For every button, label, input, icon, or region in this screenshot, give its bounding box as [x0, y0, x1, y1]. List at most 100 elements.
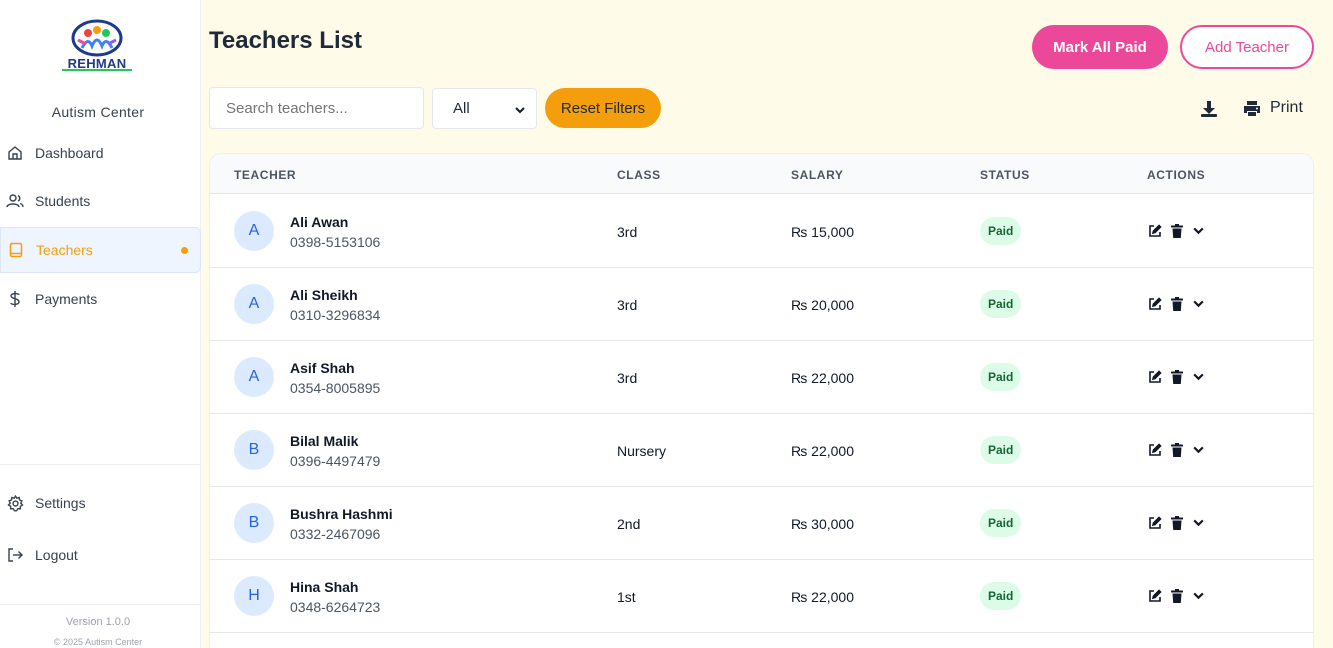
column-header-actions: ACTIONS — [1147, 168, 1206, 182]
teacher-class: 1st — [617, 589, 636, 605]
print-button[interactable]: Print — [1243, 97, 1303, 119]
sidebar-item-logout[interactable]: Logout — [0, 532, 201, 578]
row-actions — [1147, 296, 1206, 311]
chevron-down-icon[interactable] — [1191, 588, 1206, 603]
table-row: H Hina Shah 0348-6264723 1st ₨ 22,000 Paid — [210, 560, 1313, 633]
version-text: Version 1.0.0 — [65, 616, 131, 628]
teacher-salary: ₨ 15,000 — [791, 224, 855, 240]
teacher-name: Ali Sheikh — [290, 287, 358, 303]
printer-icon — [1244, 100, 1260, 116]
status-badge: Paid — [980, 436, 1022, 464]
teacher-name: Bushra Hashmi — [290, 506, 393, 522]
status-badge: Paid — [980, 290, 1022, 318]
sidebar: REHMAN Autism Center Dashboard Students … — [0, 0, 201, 648]
chevron-down-icon[interactable] — [1191, 515, 1206, 530]
table-row: B Bilal Malik 0396-4497479 Nursery ₨ 22,000 P… — [210, 414, 1313, 487]
edit-icon[interactable] — [1147, 442, 1162, 457]
table-row: B Bushra Hashmi 0332-2467096 2nd ₨ 30,000 Pai… — [210, 487, 1313, 560]
sidebar-item-settings[interactable]: Settings — [0, 480, 201, 526]
teacher-class: Nursery — [617, 443, 667, 459]
row-actions — [1147, 515, 1206, 530]
avatar: B — [234, 503, 274, 543]
chevron-down-icon[interactable] — [1191, 369, 1206, 384]
edit-icon[interactable] — [1147, 588, 1162, 603]
select-value: All — [453, 100, 470, 117]
chevron-down-icon[interactable] — [1191, 296, 1206, 311]
trash-icon[interactable] — [1169, 296, 1184, 311]
sidebar-item-label: Payments — [35, 291, 98, 307]
table-row: A Ali Sheikh 0310-3296834 3rd ₨ 20,000 Paid — [210, 268, 1313, 341]
chevron-down-icon — [514, 103, 526, 120]
teacher-phone: 0310-3296834 — [290, 307, 381, 323]
sidebar-item-label: Settings — [35, 495, 86, 511]
sidebar-divider — [0, 464, 201, 465]
sidebar-item-label: Dashboard — [35, 145, 104, 161]
teacher-name: Ali Awan — [290, 214, 349, 230]
download-icon[interactable] — [1199, 99, 1219, 119]
row-actions — [1147, 588, 1206, 603]
teacher-salary: ₨ 20,000 — [791, 297, 855, 313]
column-header-teacher: TEACHER — [234, 168, 297, 182]
chevron-down-icon[interactable] — [1191, 223, 1206, 238]
search-input[interactable] — [209, 87, 424, 129]
sidebar-item-dashboard[interactable]: Dashboard — [0, 130, 201, 176]
avatar: H — [234, 576, 274, 616]
column-header-status: STATUS — [980, 168, 1030, 182]
sidebar-item-payments[interactable]: Payments — [0, 276, 201, 322]
trash-icon[interactable] — [1169, 369, 1184, 384]
sidebar-item-teachers[interactable]: Teachers — [0, 227, 201, 273]
row-actions — [1147, 223, 1206, 238]
status-badge: Paid — [980, 363, 1022, 391]
users-icon — [6, 192, 24, 210]
edit-icon[interactable] — [1147, 369, 1162, 384]
trash-icon[interactable] — [1169, 515, 1184, 530]
sidebar-item-label: Teachers — [36, 242, 93, 258]
mark-all-paid-button[interactable]: Mark All Paid — [1032, 25, 1168, 69]
print-label: Print — [1270, 99, 1303, 116]
teacher-class: 2nd — [617, 516, 641, 532]
status-badge: Paid — [980, 217, 1022, 245]
teacher-salary: ₨ 22,000 — [791, 370, 855, 386]
edit-icon[interactable] — [1147, 515, 1162, 530]
teacher-class: 3rd — [617, 297, 638, 313]
teacher-name: Asif Shah — [290, 360, 355, 376]
add-teacher-button[interactable]: Add Teacher — [1180, 25, 1314, 69]
column-header-salary: SALARY — [791, 168, 844, 182]
reset-filters-button[interactable]: Reset Filters — [545, 88, 661, 128]
avatar: A — [234, 284, 274, 324]
avatar: B — [234, 430, 274, 470]
teacher-name: Bilal Malik — [290, 433, 359, 449]
trash-icon[interactable] — [1169, 442, 1184, 457]
active-indicator-dot — [181, 246, 188, 254]
book-icon — [7, 241, 25, 259]
logo-underline — [62, 69, 132, 71]
logout-icon — [6, 546, 24, 564]
edit-icon[interactable] — [1147, 296, 1162, 311]
row-actions — [1147, 369, 1206, 384]
sidebar-item-students[interactable]: Students — [0, 178, 201, 224]
avatar: A — [234, 211, 274, 251]
sidebar-footer-divider — [0, 604, 201, 605]
teacher-name: Hina Shah — [290, 579, 359, 595]
teacher-phone: 0354-8005895 — [290, 380, 381, 396]
teacher-class: 3rd — [617, 370, 638, 386]
gear-icon — [6, 494, 24, 512]
trash-icon[interactable] — [1169, 223, 1184, 238]
teacher-phone: 0396-4497479 — [290, 453, 381, 469]
edit-icon[interactable] — [1147, 223, 1162, 238]
page-title: Teachers List — [209, 27, 362, 54]
row-actions — [1147, 442, 1206, 457]
teacher-phone: 0332-2467096 — [290, 526, 381, 542]
rehman-logo: REHMAN — [58, 18, 136, 74]
trash-icon[interactable] — [1169, 588, 1184, 603]
teachers-table: TEACHER CLASS SALARY STATUS ACTIONS A Ali… — [209, 153, 1314, 648]
sidebar-item-label: Students — [35, 193, 91, 209]
home-icon — [6, 144, 24, 162]
copyright-text: © 2025 Autism Center — [53, 637, 143, 647]
chevron-down-icon[interactable] — [1191, 442, 1206, 457]
status-filter-select[interactable]: All — [432, 88, 537, 129]
avatar: A — [234, 357, 274, 397]
teacher-class: 3rd — [617, 224, 638, 240]
table-header: TEACHER CLASS SALARY STATUS ACTIONS — [210, 154, 1313, 194]
teacher-phone: 0398-5153106 — [290, 234, 381, 250]
